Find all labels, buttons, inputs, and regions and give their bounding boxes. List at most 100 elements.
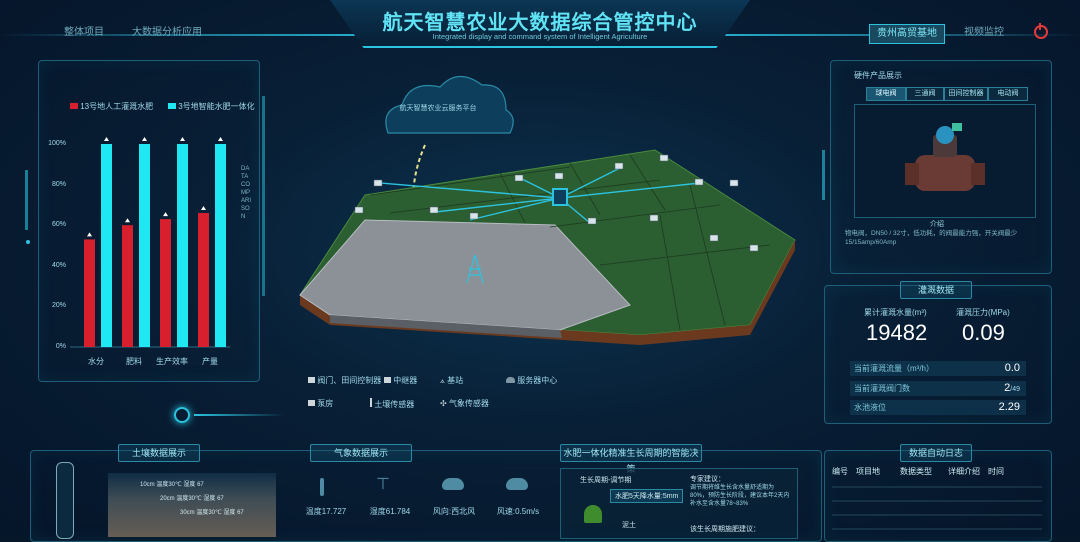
- log-col-detail: 详细介绍: [948, 467, 980, 476]
- total-water-label: 累计灌溉水量(m³): [864, 308, 927, 317]
- bar-manual-1: [122, 225, 133, 347]
- flow-rate-row: 当前灌溉流量（m³/h） 0.0: [850, 361, 1026, 376]
- legend-label-2: 3号地智能水肥一体化: [178, 102, 255, 111]
- tab-electric-valve[interactable]: 电动阀: [988, 87, 1028, 101]
- bar-manual-2: [160, 219, 171, 347]
- soil-layer-10cm: 10cm 温度30℃ 湿度 67: [140, 482, 204, 488]
- product-image-frame: [854, 104, 1036, 218]
- x-tick-water: 水分: [88, 357, 104, 366]
- legend-series-2: 3号地智能水肥一体化: [168, 101, 255, 112]
- log-col-id: 编号: [832, 467, 848, 476]
- pressure-label: 灌溉压力(MPa): [956, 308, 1010, 317]
- decision-title: 水肥一体化精准生长周期的智能决策: [560, 444, 702, 474]
- flow-rate-label: 当前灌溉流量（m³/h）: [854, 364, 934, 373]
- log-col-type: 数据类型: [900, 467, 932, 476]
- legend-base-station-label: 基站: [447, 376, 464, 385]
- thermometer-icon: [320, 478, 324, 496]
- bar-chart: [70, 137, 230, 348]
- bar-marker-1-2: [180, 137, 185, 141]
- expert-title-2: 该生长周期施肥建议：: [690, 526, 760, 533]
- bar-smart-1: [139, 144, 150, 347]
- soil-layer-30cm: 30cm 温度30℃ 湿度 67: [180, 510, 244, 516]
- soil-sensor-icon: [370, 398, 372, 407]
- log-col-time: 时间: [988, 467, 1004, 476]
- y-tick-0: 0%: [55, 343, 66, 350]
- tab-ball-valve[interactable]: 球电阀: [866, 87, 906, 101]
- glow-line-deco: [194, 414, 284, 416]
- power-icon[interactable]: [1034, 23, 1048, 39]
- valve-count-label: 当前灌溉阀门数: [854, 384, 910, 393]
- total-water-value: 19482: [866, 320, 928, 345]
- valve-controller-icon: [308, 377, 315, 383]
- legend-soil-sensor: 土壤传感器: [370, 398, 414, 410]
- hardware-title: 硬件产品展示: [854, 71, 902, 80]
- bar-marker-0-0: [87, 232, 92, 237]
- pressure-value: 0.09: [962, 320, 1005, 345]
- right-deco-bar: [262, 96, 265, 296]
- tab-three-way-valve[interactable]: 三通阀: [906, 87, 944, 101]
- humidity-value: 湿度61.784: [369, 507, 411, 516]
- nav-video-monitor[interactable]: 视频监控: [954, 24, 1014, 42]
- bar-marker-0-3: [201, 206, 206, 211]
- flow-rate-value: 0.0: [1004, 362, 1020, 374]
- legend-swatch-cyan: [168, 103, 176, 109]
- legend-valve-label: 阀门、田间控制器: [317, 376, 382, 385]
- page-title: 航天智慧农业大数据综合管控中心: [382, 12, 698, 34]
- humidity-sensor-icon: ⊤: [376, 476, 390, 493]
- glow-ring-deco: [174, 407, 190, 423]
- y-tick-80: 80%: [51, 181, 66, 188]
- legend-swatch-red: [70, 103, 78, 109]
- intro-title: 介绍: [930, 221, 944, 228]
- bar-smart-3: [215, 144, 226, 347]
- wind-direction-value: 风向:西北风: [432, 507, 476, 516]
- bar-smart-2: [177, 144, 188, 347]
- nav-guizhou-base[interactable]: 贵州高贸基地: [869, 24, 945, 44]
- y-tick-20: 20%: [51, 302, 66, 309]
- bar-marker-0-1: [125, 218, 130, 223]
- cloud-platform-label: 航天智慧农业云服务平台: [399, 105, 477, 112]
- weather-sensor-icon: ✣: [440, 399, 447, 408]
- nav-overall-project[interactable]: 整体项目: [52, 24, 116, 42]
- legend-server-label: 服务器中心: [517, 376, 558, 385]
- expert-title: 专家建议：: [690, 476, 725, 483]
- log-rows: [832, 478, 1042, 534]
- y-tick-40: 40%: [51, 262, 66, 269]
- soil-layer-20cm: 20cm 温度30℃ 湿度 67: [160, 496, 224, 502]
- x-tick-efficiency: 生产效率: [156, 357, 188, 366]
- legend-weather-sensor: ✣ 气象传感器: [440, 398, 489, 409]
- server-center-icon: [506, 377, 515, 383]
- nav-bigdata-analysis[interactable]: 大数据分析应用: [124, 24, 210, 42]
- expert-text: 调节期将维生长含水量舒适期为80%，预防生长阶段，建议本年2天内补水至含水量78…: [690, 485, 790, 507]
- base-station-icon: ⟑: [440, 376, 445, 385]
- soil-data-title: 土壤数据展示: [118, 444, 200, 462]
- left-deco-bar: [25, 170, 28, 230]
- wind-speed-value: 风速:0.5m/s: [496, 507, 540, 516]
- bar-marker-1-3: [218, 137, 223, 141]
- bar-manual-3: [198, 213, 209, 347]
- y-tick-60: 60%: [51, 221, 66, 228]
- data-comparison-label: DATA COMPARISON: [241, 166, 252, 220]
- intro-text: 物电阀，DN50 / 32寸，低功耗，的阀最能力强，开关阀最少15/15amp/…: [845, 230, 1018, 246]
- irrigation-title: 灌溉数据: [900, 281, 972, 299]
- tab-field-controller[interactable]: 田间控制器: [944, 87, 988, 101]
- bar-marker-0-2: [163, 212, 168, 217]
- x-tick-yield: 产量: [202, 357, 218, 366]
- bar-smart-0: [101, 144, 112, 347]
- log-col-site: 项目地: [856, 467, 880, 476]
- cloud-icon: [442, 478, 464, 490]
- legend-relay: 中继器: [384, 375, 417, 386]
- y-tick-100: 100%: [48, 140, 66, 147]
- x-tick-fertilizer: 肥料: [126, 357, 142, 366]
- pool-level-row: 水池液位 2.29: [850, 400, 1026, 415]
- valve-count-row: 当前灌溉阀门数 2/49: [850, 381, 1026, 396]
- soil-probe-icon: [56, 462, 74, 539]
- bar-marker-1-1: [142, 137, 147, 141]
- legend-series-1: 13号地人工灌溉水肥: [70, 101, 153, 112]
- valve-count-total: /49: [1010, 386, 1020, 393]
- server-center-node[interactable]: [552, 188, 568, 206]
- stage-rainfall-tag: 水肥5天降水量:5mm: [610, 489, 684, 503]
- temperature-value: 温度17.727: [305, 507, 347, 516]
- pool-level-label: 水池液位: [854, 403, 886, 412]
- hardware-deco-bar: [822, 150, 825, 200]
- pump-room-icon: [308, 400, 315, 406]
